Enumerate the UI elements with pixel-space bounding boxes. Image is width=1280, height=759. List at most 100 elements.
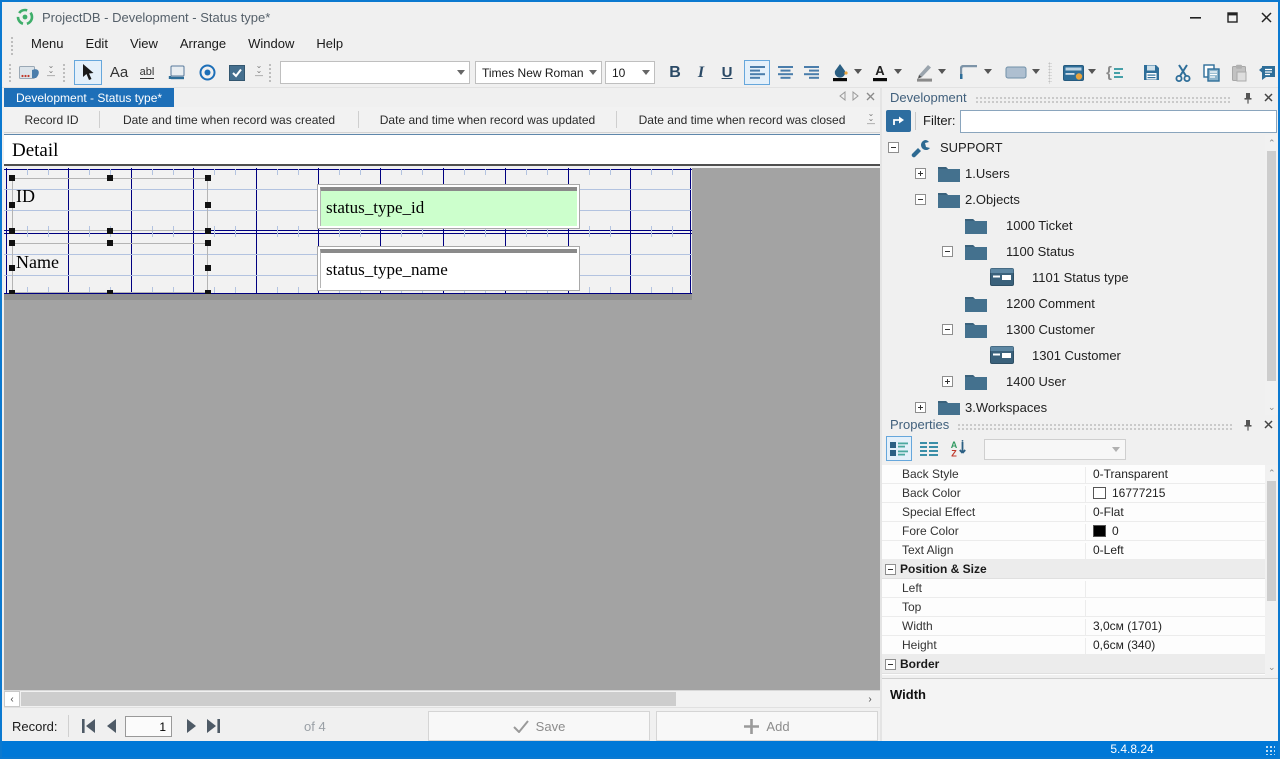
tree-item[interactable]: 1400 User — [882, 369, 1265, 395]
category-expander-minus[interactable] — [885, 564, 896, 575]
checkbox-tool-button[interactable] — [224, 60, 250, 85]
textbox-tool-button[interactable]: abl — [134, 60, 160, 85]
align-center-button[interactable] — [772, 60, 798, 85]
toolbar-grip[interactable] — [268, 63, 273, 83]
record-number-input[interactable] — [125, 716, 172, 737]
radio-tool-button[interactable] — [194, 60, 220, 85]
menu-item-arrange[interactable]: Arrange — [169, 34, 237, 56]
close-panel-icon[interactable] — [1260, 91, 1276, 105]
tab-scroll-left-icon[interactable] — [838, 91, 846, 101]
tab-scroll-right-icon[interactable] — [852, 91, 860, 101]
tree-scrollbar[interactable]: ⌃ ⌄ — [1265, 135, 1278, 415]
cut-icon[interactable] — [1170, 60, 1196, 85]
fieldbar-overflow-icon[interactable]: ⌄ ⌄ — — [866, 110, 876, 131]
field-button[interactable]: Date and time when record was closed — [617, 107, 867, 132]
properties-scroll-thumb[interactable] — [1267, 481, 1276, 601]
sort-az-button[interactable]: AZ — [946, 436, 972, 461]
new-object-icon[interactable] — [18, 60, 42, 85]
toolbar-grip[interactable] — [62, 63, 67, 83]
maximize-button[interactable] — [1219, 6, 1245, 28]
designer-hscrollbar[interactable]: ‹ › — [4, 690, 880, 707]
property-row[interactable]: Text Align 0-Left — [882, 541, 1265, 560]
property-row[interactable]: Back Color 16777215 — [882, 484, 1265, 503]
button-tool-button[interactable] — [164, 60, 190, 85]
tree-expander-minus[interactable] — [942, 246, 953, 257]
copy-icon[interactable] — [1198, 60, 1224, 85]
tree-expander-plus[interactable] — [915, 168, 926, 179]
object-selector-combo[interactable] — [280, 61, 470, 84]
tree-item[interactable]: 1100 Status — [882, 239, 1265, 265]
form-properties-dropdown-icon[interactable] — [1088, 69, 1096, 74]
tree-item[interactable]: 1300 Customer — [882, 317, 1265, 343]
designer-textbox-id[interactable]: status_type_id — [317, 184, 580, 229]
selection-handle[interactable] — [9, 201, 15, 208]
property-row[interactable]: Left — [882, 579, 1265, 598]
selection-handle[interactable] — [205, 201, 211, 208]
scroll-down-icon[interactable]: ⌄ — [1268, 403, 1276, 412]
menu-item-view[interactable]: View — [119, 34, 169, 56]
menubar-grip[interactable] — [10, 36, 15, 56]
menu-item-menu[interactable]: Menu — [20, 34, 75, 56]
title-bar[interactable]: ProjectDB - Development - Status type* — [2, 2, 1278, 32]
paste-icon[interactable] — [1226, 60, 1252, 85]
tree-item[interactable]: 1.Users — [882, 161, 1265, 187]
tree-item[interactable]: 1000 Ticket — [882, 213, 1265, 239]
font-size-combo[interactable]: 10 — [605, 61, 655, 84]
scroll-right-icon[interactable]: › — [862, 691, 878, 707]
menu-item-window[interactable]: Window — [237, 34, 305, 56]
property-row[interactable]: Fore Color 0 — [882, 522, 1265, 541]
line-color-button[interactable] — [912, 60, 936, 85]
italic-button[interactable]: I — [689, 60, 713, 85]
resize-grip[interactable] — [1265, 745, 1275, 755]
designer-label-id[interactable]: ID — [16, 186, 35, 207]
menu-item-help[interactable]: Help — [305, 34, 354, 56]
tree-expander-minus[interactable] — [942, 324, 953, 335]
align-left-button[interactable] — [744, 60, 770, 85]
property-row[interactable]: Special Effect 0-Flat — [882, 503, 1265, 522]
save-record-button[interactable]: Save — [428, 711, 650, 741]
selection-handle[interactable] — [9, 265, 15, 271]
select-tool-button[interactable] — [74, 60, 102, 85]
filter-input[interactable] — [960, 110, 1277, 133]
tree-scroll-thumb[interactable] — [1267, 151, 1276, 381]
tree-expander-plus[interactable] — [942, 376, 953, 387]
designer-label-name[interactable]: Name — [16, 252, 59, 273]
form-design-surface[interactable]: ID Name status_type_id status_type_name — [4, 168, 692, 296]
scroll-up-icon[interactable]: ⌃ — [1268, 139, 1276, 148]
field-button[interactable]: Date and time when record was created — [100, 107, 358, 132]
detail-band-header[interactable]: Detail — [4, 134, 880, 166]
tree-item[interactable]: 3.Workspaces — [882, 395, 1265, 415]
form-designer-canvas[interactable]: ID Name status_type_id status_type_name — [4, 168, 880, 690]
property-category-row[interactable]: Position & Size — [882, 560, 1265, 579]
selection-handle[interactable] — [205, 265, 211, 271]
categorized-view-button[interactable] — [886, 436, 912, 461]
toolbar-overflow-icon[interactable]: ⌄ ⌄ — — [46, 62, 56, 83]
property-row[interactable]: Height 0,6см (340) — [882, 636, 1265, 655]
save-icon[interactable] — [1138, 60, 1164, 85]
label-tool-button[interactable]: Aa — [106, 60, 132, 85]
pin-icon[interactable] — [1240, 418, 1256, 432]
scroll-left-icon[interactable]: ‹ — [4, 691, 20, 707]
comment-icon[interactable] — [1254, 60, 1278, 85]
toolbar-overflow-icon[interactable]: ⌄ ⌄ — — [254, 62, 264, 83]
properties-scrollbar[interactable]: ⌃ ⌄ — [1265, 465, 1278, 675]
property-row[interactable]: Width 3,0см (1701)... — [882, 617, 1265, 636]
fill-color-dropdown-icon[interactable] — [854, 69, 862, 74]
font-name-combo[interactable]: Times New Roman — [475, 61, 602, 84]
tree-expander-minus[interactable] — [915, 194, 926, 205]
properties-panel-header[interactable]: Properties — [882, 415, 1278, 434]
selection-handle[interactable] — [9, 240, 15, 246]
border-style-button[interactable] — [956, 60, 982, 85]
previous-record-button[interactable] — [102, 718, 120, 733]
font-color-button[interactable]: A — [868, 60, 892, 85]
tab-close-icon[interactable] — [866, 92, 875, 101]
selection-handle[interactable] — [205, 175, 211, 181]
font-color-dropdown-icon[interactable] — [894, 69, 902, 74]
form-properties-icon[interactable] — [1060, 60, 1086, 85]
close-panel-icon[interactable] — [1260, 418, 1276, 432]
field-button[interactable]: Date and time when record was updated — [359, 107, 616, 132]
selection-handle[interactable] — [205, 240, 211, 246]
bold-button[interactable]: B — [663, 60, 687, 85]
selection-handle[interactable] — [107, 175, 113, 181]
tree-expander-minus[interactable] — [888, 142, 899, 153]
